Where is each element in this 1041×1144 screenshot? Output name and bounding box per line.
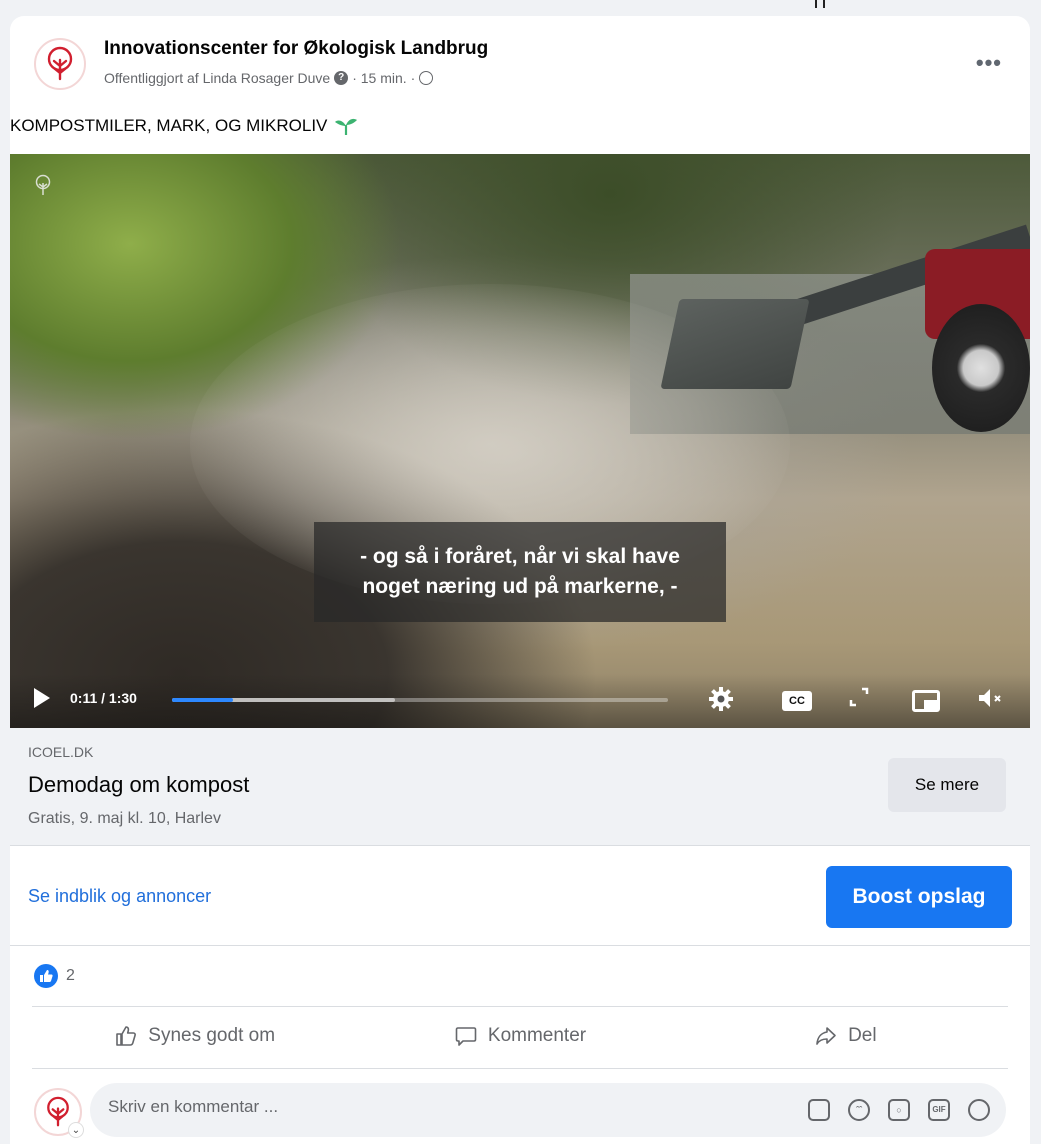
comment-button[interactable]: Kommenter [357, 1008, 682, 1064]
volume-muted-icon[interactable] [976, 686, 1004, 718]
picture-in-picture-icon[interactable] [912, 690, 940, 712]
divider-top [32, 1006, 1008, 1007]
video-player[interactable]: - og så i foråret, når vi skal have noge… [10, 154, 1030, 728]
link-title[interactable]: Demodag om kompost [28, 772, 249, 798]
page-avatar[interactable] [34, 38, 86, 90]
comment-input[interactable] [108, 1097, 708, 1117]
share-icon [816, 1027, 836, 1045]
post-time[interactable]: · 15 min. · [352, 70, 415, 86]
video-controls: 0:11 / 1:30 CC [10, 674, 1030, 728]
play-button[interactable] [34, 688, 50, 708]
help-icon[interactable]: ? [334, 71, 349, 85]
settings-gear-icon[interactable] [708, 686, 734, 720]
sprout-icon [335, 118, 358, 135]
share-button[interactable]: Del [683, 1008, 1008, 1064]
video-time: 0:11 / 1:30 [70, 690, 137, 706]
brand-logo-icon [47, 1096, 69, 1127]
insights-link[interactable]: Se indblik og annoncer [28, 886, 211, 907]
post-byline: Offentliggjort af Linda Rosager Duve ? ·… [104, 70, 434, 86]
globe-icon [419, 71, 434, 85]
reaction-summary[interactable]: 2 [34, 964, 75, 988]
post-card: Innovationscenter for Økologisk Landbrug… [10, 16, 1030, 1144]
like-reaction-icon [34, 964, 58, 988]
brand-logo-icon [47, 46, 73, 81]
more-options-button[interactable]: ••• [976, 50, 1002, 76]
like-button[interactable]: Synes godt om [32, 1008, 357, 1064]
sticker-icon[interactable] [968, 1099, 990, 1121]
camera-icon[interactable]: ○ [888, 1099, 910, 1121]
watermark-logo-icon [35, 174, 51, 195]
tractor-bucket [660, 299, 810, 389]
subtitle-line-2: noget næring ud på markerne, - [362, 575, 678, 598]
post-text-content: KOMPOSTMILER, MARK, OG MIKROLIV [10, 116, 328, 135]
see-more-button[interactable]: Se mere [888, 758, 1006, 812]
subtitle-line-1: - og så i foråret, når vi skal have [360, 545, 680, 568]
comment-label: Kommenter [487, 1025, 587, 1046]
reaction-count: 2 [66, 967, 75, 984]
boost-post-button[interactable]: Boost opslag [826, 866, 1012, 928]
emoji-icon[interactable]: ˆˆ [848, 1099, 870, 1121]
divider-bottom [32, 1068, 1008, 1069]
captions-button[interactable]: CC [782, 691, 812, 711]
video-watermark [34, 174, 52, 196]
link-preview[interactable]: ICOEL.DK Demodag om kompost Gratis, 9. m… [10, 728, 1030, 846]
video-subtitle: - og så i foråret, når vi skal have noge… [314, 522, 726, 622]
avatar-sticker-icon[interactable] [808, 1099, 830, 1121]
comment-box[interactable]: ˆˆ ○ GIF [90, 1083, 1006, 1137]
share-label: Del [848, 1025, 877, 1046]
tractor-wheel [932, 304, 1030, 432]
fullscreen-icon[interactable] [848, 686, 870, 716]
page-name[interactable]: Innovationscenter for Økologisk Landbrug [104, 38, 488, 60]
played-bar [172, 698, 233, 702]
like-label: Synes godt om [148, 1025, 276, 1046]
insights-row: Se indblik og annoncer Boost opslag [10, 846, 1030, 946]
top-edge-marker [815, 0, 825, 8]
thumbs-up-icon [116, 1026, 137, 1046]
video-progress-bar[interactable] [172, 698, 668, 702]
gif-icon[interactable]: GIF [928, 1099, 950, 1121]
link-description: Gratis, 9. maj kl. 10, Harlev [28, 810, 221, 827]
comment-icon [455, 1027, 477, 1046]
action-bar: Synes godt om Kommenter Del [32, 1008, 1008, 1064]
author-text: Offentliggjort af Linda Rosager Duve [104, 70, 331, 86]
chevron-down-icon[interactable]: ⌄ [68, 1122, 84, 1138]
post-text: KOMPOSTMILER, MARK, OG MIKROLIV [10, 116, 359, 136]
link-domain: ICOEL.DK [28, 744, 94, 760]
comment-tools: ˆˆ ○ GIF [808, 1099, 990, 1121]
